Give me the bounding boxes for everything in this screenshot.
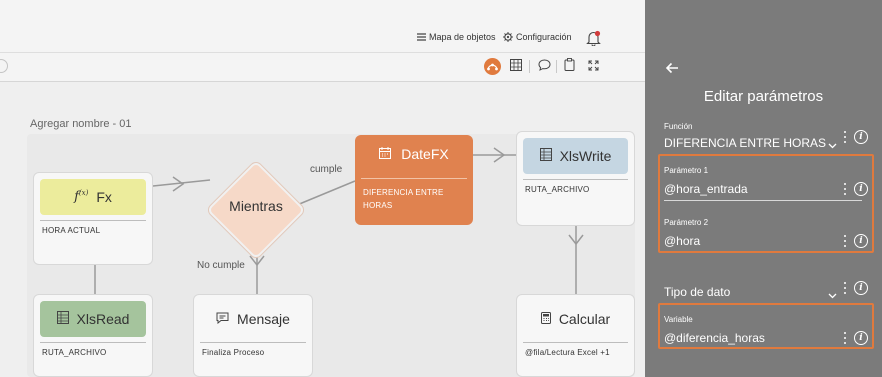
node-mensaje[interactable]: Mensaje Finaliza Proceso [193, 294, 313, 377]
node-datefx-header: DateFX [355, 146, 473, 162]
param2-info-icon[interactable]: i [854, 234, 868, 248]
node-datefx-text: DIFERENCIA ENTRE HORAS [363, 188, 444, 210]
chevron-down-icon[interactable] [828, 136, 837, 154]
chevron-down-icon[interactable] [828, 286, 837, 304]
param2-input[interactable]: @hora [664, 234, 700, 248]
node-calcular-header: Calcular [523, 301, 628, 337]
funcion-label: Función [664, 122, 693, 131]
calculator-icon [540, 311, 551, 327]
variable-more-icon[interactable] [843, 332, 847, 344]
variable-input[interactable]: @diferencia_horas [664, 331, 765, 345]
node-divider [523, 179, 628, 180]
node-divider [40, 220, 146, 221]
node-calcular-text: @fila/Lectura Excel +1 [525, 348, 610, 357]
back-button[interactable] [665, 61, 679, 79]
arrow-left-icon [665, 61, 679, 78]
calendar-icon [379, 146, 392, 162]
variable-info-icon[interactable]: i [854, 331, 868, 345]
node-mientras-title: Mientras [229, 198, 283, 214]
node-datefx-title: DateFX [401, 146, 449, 162]
variable-label: Variable [664, 315, 693, 324]
node-datefx[interactable]: DateFX DIFERENCIA ENTRE HORAS [355, 135, 473, 225]
edge-label-no-cumple: No cumple [197, 260, 245, 271]
param1-info-icon[interactable]: i [854, 182, 868, 196]
funcion-select[interactable]: DIFERENCIA ENTRE HORAS [664, 136, 826, 150]
node-mensaje-text: Finaliza Proceso [202, 348, 265, 357]
node-xlswrite-header: XlsWrite [523, 138, 628, 174]
message-icon [216, 311, 229, 327]
edge-mientras-datefx [296, 180, 356, 206]
param2-more-icon[interactable] [843, 235, 847, 247]
function-icon: f(x) [74, 189, 89, 205]
node-fx[interactable]: f(x) Fx HORA ACTUAL [33, 172, 153, 265]
tipo-dato-more-icon[interactable] [843, 282, 847, 294]
node-xlswrite[interactable]: XlsWrite RUTA_ARCHIVO [516, 131, 635, 226]
node-fx-header: f(x) Fx [40, 179, 146, 215]
node-mensaje-title: Mensaje [237, 311, 290, 327]
funcion-info-icon[interactable]: i [854, 130, 868, 144]
param1-label: Parámetro 1 [664, 166, 709, 175]
param1-input[interactable]: @hora_entrada [664, 182, 748, 196]
param1-more-icon[interactable] [843, 183, 847, 195]
node-calcular-title: Calcular [558, 311, 611, 327]
node-divider [361, 178, 467, 179]
param2-label: Parámetro 2 [664, 218, 709, 227]
node-divider [200, 342, 306, 343]
node-calcular[interactable]: Calcular @fila/Lectura Excel +1 [516, 294, 635, 377]
funcion-more-icon[interactable] [843, 131, 847, 143]
spreadsheet-icon [539, 148, 552, 164]
node-xlsread[interactable]: XlsRead RUTA_ARCHIVO [33, 294, 153, 377]
node-divider [40, 342, 146, 343]
panel-title: Editar parámetros [703, 88, 824, 105]
tipo-dato-info-icon[interactable]: i [854, 281, 868, 295]
edit-parameters-panel: Editar parámetros Función DIFERENCIA ENT… [645, 0, 882, 377]
node-xlswrite-title: XlsWrite [559, 148, 612, 164]
node-divider [523, 342, 628, 343]
node-fx-title: Fx [96, 189, 112, 205]
node-xlsread-header: XlsRead [40, 301, 146, 337]
tipo-dato-select[interactable]: Tipo de dato [664, 285, 730, 299]
node-xlswrite-text: RUTA_ARCHIVO [525, 185, 590, 194]
node-fx-text: HORA ACTUAL [42, 226, 101, 235]
param1-underline [664, 200, 862, 201]
node-xlsread-text: RUTA_ARCHIVO [42, 348, 107, 357]
spreadsheet-icon [56, 311, 69, 327]
node-xlsread-title: XlsRead [76, 311, 130, 327]
node-mensaje-header: Mensaje [200, 301, 306, 337]
edge-label-cumple: cumple [310, 164, 343, 175]
